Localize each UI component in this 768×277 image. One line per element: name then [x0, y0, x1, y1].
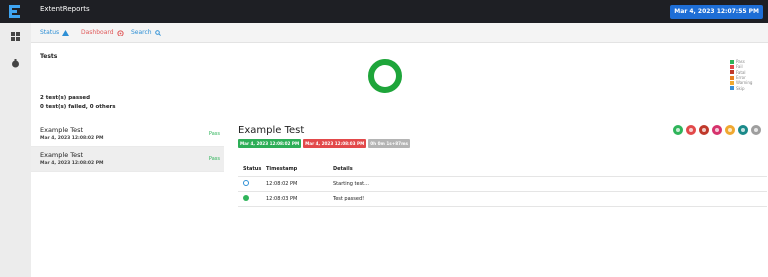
top-bar: ExtentReports Mar 4, 2023 12:07:55 PM: [0, 0, 768, 23]
nav-status[interactable]: Status: [40, 29, 70, 36]
status-filter-button[interactable]: [712, 125, 722, 135]
log-timestamp: 12:08:02 PM: [266, 176, 333, 192]
log-details: Starting test...: [333, 176, 767, 192]
tests-flask-icon[interactable]: [11, 59, 20, 68]
log-timestamp: 12:08:03 PM: [266, 191, 333, 207]
pass-check-icon: [243, 194, 249, 201]
log-details: Test passed!: [333, 191, 767, 207]
dashboard-grid-icon[interactable]: [11, 32, 20, 41]
tests-overview-title: Tests: [40, 53, 58, 60]
test-name: Example Test: [40, 151, 84, 159]
info-icon: [243, 179, 249, 186]
legend-label: Skip: [736, 85, 745, 91]
legend-label: Fatal: [736, 69, 746, 75]
test-name: Example Test: [40, 126, 84, 134]
legend-swatch: [730, 70, 734, 75]
test-list: Example Test Mar 4, 2023 12:08:02 PM Pas…: [31, 122, 224, 172]
search-icon: [154, 29, 161, 36]
nav-search[interactable]: Search: [131, 29, 161, 36]
log-header-timestamp: Timestamp: [266, 162, 333, 177]
passed-summary: 2 test(s) passed: [40, 95, 91, 101]
status-filter-button[interactable]: [673, 125, 683, 135]
nav-dashboard-label: Dashboard: [81, 29, 114, 36]
warning-triangle-icon: [62, 29, 70, 36]
log-header-status: Status: [238, 162, 266, 177]
log-row: 12:08:02 PM Starting test...: [238, 176, 767, 192]
legend-label: Error: [736, 75, 746, 81]
app-title: ExtentReports: [40, 5, 90, 13]
test-status: Pass: [208, 131, 220, 137]
legend-item[interactable]: Skip: [730, 85, 752, 91]
end-time-chip: Mar 4, 2023 12:08:03 PM: [303, 139, 367, 148]
legend-swatch: [730, 86, 734, 91]
test-detail-title: Example Test: [238, 125, 305, 136]
legend-label: Fail: [736, 64, 743, 70]
legend-swatch: [730, 64, 734, 69]
status-filter-buttons: [673, 125, 761, 135]
nav-dashboard[interactable]: Dashboard: [81, 29, 124, 36]
test-log-table: Status Timestamp Details 12:08:02 PM Sta…: [238, 162, 767, 207]
status-filter-button[interactable]: [738, 125, 748, 135]
top-nav: Status Dashboard Search: [31, 23, 768, 43]
gauge-icon: [116, 29, 124, 36]
test-time-chips: Mar 4, 2023 12:08:02 PM Mar 4, 2023 12:0…: [238, 139, 410, 148]
report-date-badge: Mar 4, 2023 12:07:55 PM: [670, 5, 763, 19]
failed-summary: 0 test(s) failed, 0 others: [40, 104, 116, 110]
test-status: Pass: [208, 156, 220, 162]
test-time: Mar 4, 2023 12:08:02 PM: [40, 136, 104, 141]
legend-label: Warning: [736, 80, 753, 86]
chart-legend: Pass Fail Fatal Error Warning Skip: [730, 59, 752, 91]
status-filter-button[interactable]: [699, 125, 709, 135]
nav-status-label: Status: [40, 29, 60, 36]
main-content: Tests 2 test(s) passed 0 test(s) failed,…: [31, 43, 768, 277]
legend-swatch: [730, 80, 734, 85]
legend-swatch: [730, 59, 734, 64]
status-filter-button[interactable]: [686, 125, 696, 135]
log-table-header: Status Timestamp Details: [238, 162, 767, 177]
sidebar: [0, 23, 31, 277]
test-time: Mar 4, 2023 12:08:02 PM: [40, 161, 104, 166]
log-row: 12:08:03 PM Test passed!: [238, 191, 767, 207]
test-list-item[interactable]: Example Test Mar 4, 2023 12:08:02 PM Pas…: [31, 147, 224, 172]
donut-pass-slice: [368, 59, 402, 93]
start-time-chip: Mar 4, 2023 12:08:02 PM: [238, 139, 302, 148]
log-header-details: Details: [333, 162, 767, 177]
status-filter-button[interactable]: [725, 125, 735, 135]
nav-search-label: Search: [131, 29, 152, 36]
legend-swatch: [730, 75, 734, 80]
tests-donut-chart: [368, 59, 402, 93]
duration-chip: 0h 0m 1s+87ms: [368, 139, 410, 148]
legend-label: Pass: [736, 59, 745, 65]
test-list-item[interactable]: Example Test Mar 4, 2023 12:08:02 PM Pas…: [31, 122, 224, 147]
status-filter-button[interactable]: [751, 125, 761, 135]
extent-logo-icon[interactable]: [7, 3, 23, 21]
